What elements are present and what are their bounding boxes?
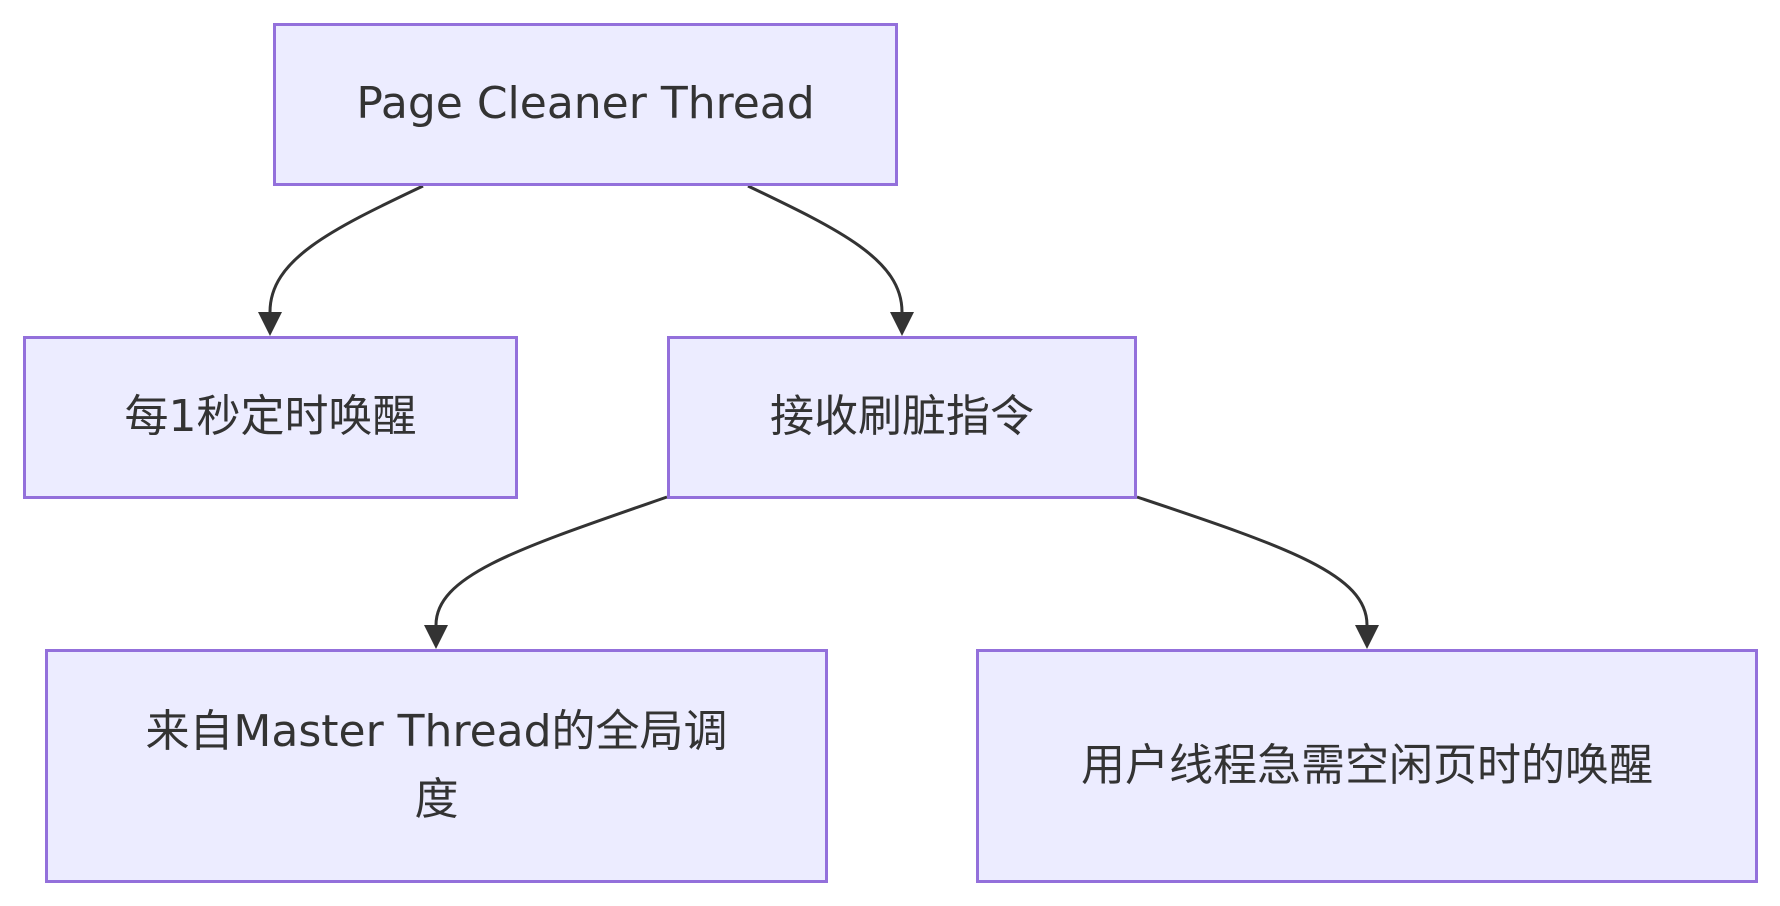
- flowchart: Page Cleaner Thread 每1秒定时唤醒 接收刷脏指令 来自Mas…: [0, 0, 1780, 906]
- node-label: 用户线程急需空闲页时的唤醒: [1081, 739, 1653, 791]
- edge-cmd-to-master: [434, 495, 668, 635]
- edge-cmd-to-user: [1136, 495, 1369, 635]
- node-page-cleaner-thread: Page Cleaner Thread: [273, 23, 898, 186]
- edge-root-to-cmd: [747, 184, 904, 322]
- node-master-thread-scheduling: 来自Master Thread的全局调度: [45, 649, 828, 883]
- node-label: 来自Master Thread的全局调度: [145, 705, 728, 825]
- node-label: 每1秒定时唤醒: [124, 391, 417, 443]
- node-flush-command: 接收刷脏指令: [667, 336, 1137, 499]
- node-label: 接收刷脏指令: [770, 391, 1034, 443]
- arrowhead-timer: [258, 312, 282, 336]
- edge-root-to-timer: [268, 184, 424, 322]
- arrowhead-cmd: [890, 312, 914, 336]
- node-timer-wakeup: 每1秒定时唤醒: [23, 336, 518, 499]
- node-label: Page Cleaner Thread: [356, 78, 815, 130]
- arrowhead-master: [424, 625, 448, 649]
- arrowhead-user: [1355, 625, 1379, 649]
- node-user-thread-wakeup: 用户线程急需空闲页时的唤醒: [976, 649, 1758, 883]
